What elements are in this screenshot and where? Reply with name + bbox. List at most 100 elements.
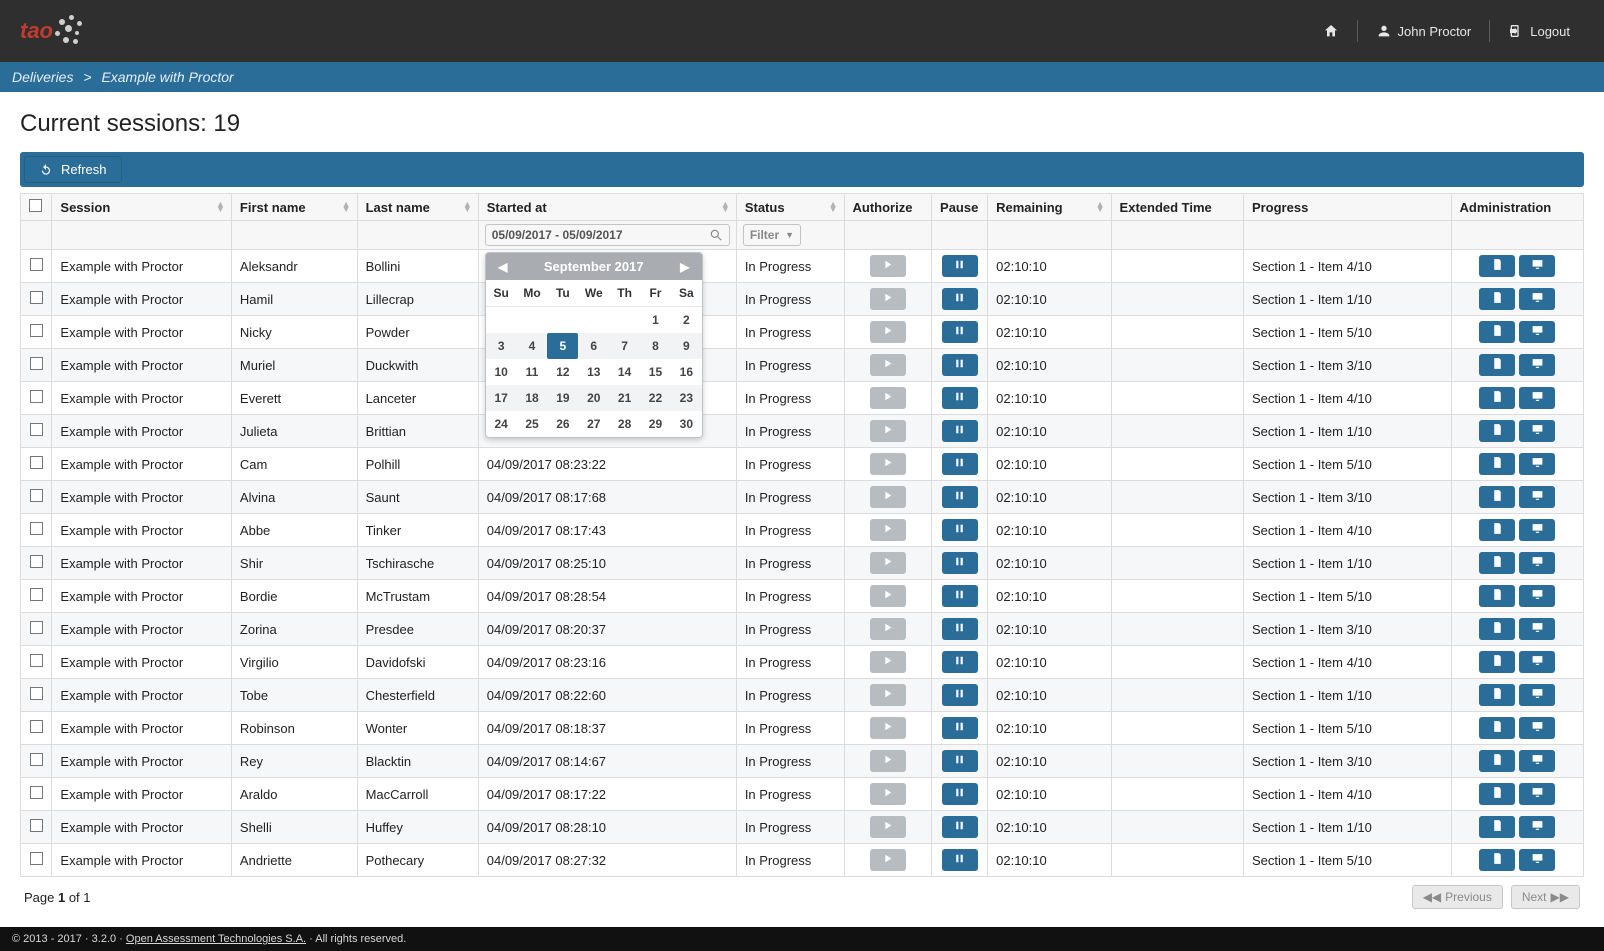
row-checkbox[interactable] (30, 621, 43, 634)
report-button[interactable] (1479, 486, 1515, 508)
authorize-button[interactable] (870, 486, 906, 508)
calendar-day[interactable]: 21 (609, 385, 640, 411)
vendor-link[interactable]: Open Assessment Technologies S.A. (126, 933, 306, 945)
calendar-day[interactable]: 27 (578, 411, 609, 437)
report-button[interactable] (1479, 849, 1515, 871)
authorize-button[interactable] (870, 849, 906, 871)
calendar-prev[interactable]: ◀ (494, 260, 512, 274)
calendar-day[interactable]: 20 (578, 385, 609, 411)
monitor-button[interactable] (1519, 321, 1555, 343)
report-button[interactable] (1479, 453, 1515, 475)
row-checkbox[interactable] (30, 687, 43, 700)
pause-button[interactable] (942, 288, 978, 310)
calendar-day[interactable]: 4 (517, 333, 548, 359)
calendar-next[interactable]: ▶ (676, 260, 694, 274)
row-checkbox[interactable] (30, 324, 43, 337)
calendar-day[interactable]: 26 (547, 411, 578, 437)
col-status[interactable]: Status▲▼ (736, 194, 844, 221)
report-button[interactable] (1479, 255, 1515, 277)
row-checkbox[interactable] (30, 357, 43, 370)
monitor-button[interactable] (1519, 288, 1555, 310)
calendar-day[interactable]: 9 (671, 333, 702, 359)
previous-button[interactable]: ◀◀ Previous (1412, 885, 1503, 909)
row-checkbox[interactable] (30, 489, 43, 502)
monitor-button[interactable] (1519, 585, 1555, 607)
report-button[interactable] (1479, 816, 1515, 838)
calendar-day[interactable]: 5 (547, 333, 578, 359)
report-button[interactable] (1479, 387, 1515, 409)
row-checkbox[interactable] (30, 654, 43, 667)
calendar-day[interactable]: 6 (578, 333, 609, 359)
authorize-button[interactable] (870, 420, 906, 442)
calendar-day[interactable]: 18 (517, 385, 548, 411)
row-checkbox[interactable] (30, 786, 43, 799)
pause-button[interactable] (942, 651, 978, 673)
pause-button[interactable] (942, 486, 978, 508)
pause-button[interactable] (942, 552, 978, 574)
monitor-button[interactable] (1519, 750, 1555, 772)
row-checkbox[interactable] (30, 390, 43, 403)
report-button[interactable] (1479, 321, 1515, 343)
monitor-button[interactable] (1519, 552, 1555, 574)
monitor-button[interactable] (1519, 486, 1555, 508)
calendar-day[interactable]: 7 (609, 333, 640, 359)
authorize-button[interactable] (870, 717, 906, 739)
col-first-name[interactable]: First name▲▼ (231, 194, 357, 221)
report-button[interactable] (1479, 651, 1515, 673)
authorize-button[interactable] (870, 354, 906, 376)
col-session[interactable]: Session▲▼ (52, 194, 232, 221)
report-button[interactable] (1479, 585, 1515, 607)
pause-button[interactable] (942, 585, 978, 607)
authorize-button[interactable] (870, 453, 906, 475)
monitor-button[interactable] (1519, 519, 1555, 541)
select-all-checkbox[interactable] (29, 199, 42, 212)
row-checkbox[interactable] (30, 819, 43, 832)
row-checkbox[interactable] (30, 753, 43, 766)
pause-button[interactable] (942, 816, 978, 838)
col-last-name[interactable]: Last name▲▼ (357, 194, 478, 221)
calendar-day[interactable]: 23 (671, 385, 702, 411)
row-checkbox[interactable] (30, 291, 43, 304)
pause-button[interactable] (942, 255, 978, 277)
logout-link[interactable]: Logout (1494, 23, 1584, 39)
report-button[interactable] (1479, 717, 1515, 739)
report-button[interactable] (1479, 783, 1515, 805)
calendar-day[interactable]: 24 (486, 411, 517, 437)
authorize-button[interactable] (870, 684, 906, 706)
row-checkbox[interactable] (30, 258, 43, 271)
authorize-button[interactable] (870, 750, 906, 772)
col-remaining[interactable]: Remaining▲▼ (988, 194, 1111, 221)
refresh-button[interactable]: Refresh (24, 156, 122, 183)
monitor-button[interactable] (1519, 849, 1555, 871)
monitor-button[interactable] (1519, 255, 1555, 277)
calendar-day[interactable]: 25 (517, 411, 548, 437)
calendar-day[interactable]: 22 (640, 385, 671, 411)
pause-button[interactable] (942, 783, 978, 805)
calendar-day[interactable]: 29 (640, 411, 671, 437)
date-range-filter[interactable]: 05/09/2017 - 05/09/2017 (485, 224, 730, 246)
pause-button[interactable] (942, 684, 978, 706)
report-button[interactable] (1479, 750, 1515, 772)
pause-button[interactable] (942, 453, 978, 475)
authorize-button[interactable] (870, 618, 906, 640)
authorize-button[interactable] (870, 552, 906, 574)
calendar-day[interactable]: 10 (486, 359, 517, 385)
authorize-button[interactable] (870, 585, 906, 607)
monitor-button[interactable] (1519, 684, 1555, 706)
calendar-day[interactable]: 3 (486, 333, 517, 359)
monitor-button[interactable] (1519, 420, 1555, 442)
monitor-button[interactable] (1519, 453, 1555, 475)
col-started-at[interactable]: Started at▲▼ (478, 194, 736, 221)
authorize-button[interactable] (870, 255, 906, 277)
breadcrumb-root[interactable]: Deliveries (12, 69, 73, 85)
row-checkbox[interactable] (30, 555, 43, 568)
authorize-button[interactable] (870, 519, 906, 541)
authorize-button[interactable] (870, 783, 906, 805)
pause-button[interactable] (942, 354, 978, 376)
report-button[interactable] (1479, 618, 1515, 640)
pause-button[interactable] (942, 519, 978, 541)
calendar-day[interactable]: 14 (609, 359, 640, 385)
authorize-button[interactable] (870, 321, 906, 343)
report-button[interactable] (1479, 420, 1515, 442)
authorize-button[interactable] (870, 288, 906, 310)
